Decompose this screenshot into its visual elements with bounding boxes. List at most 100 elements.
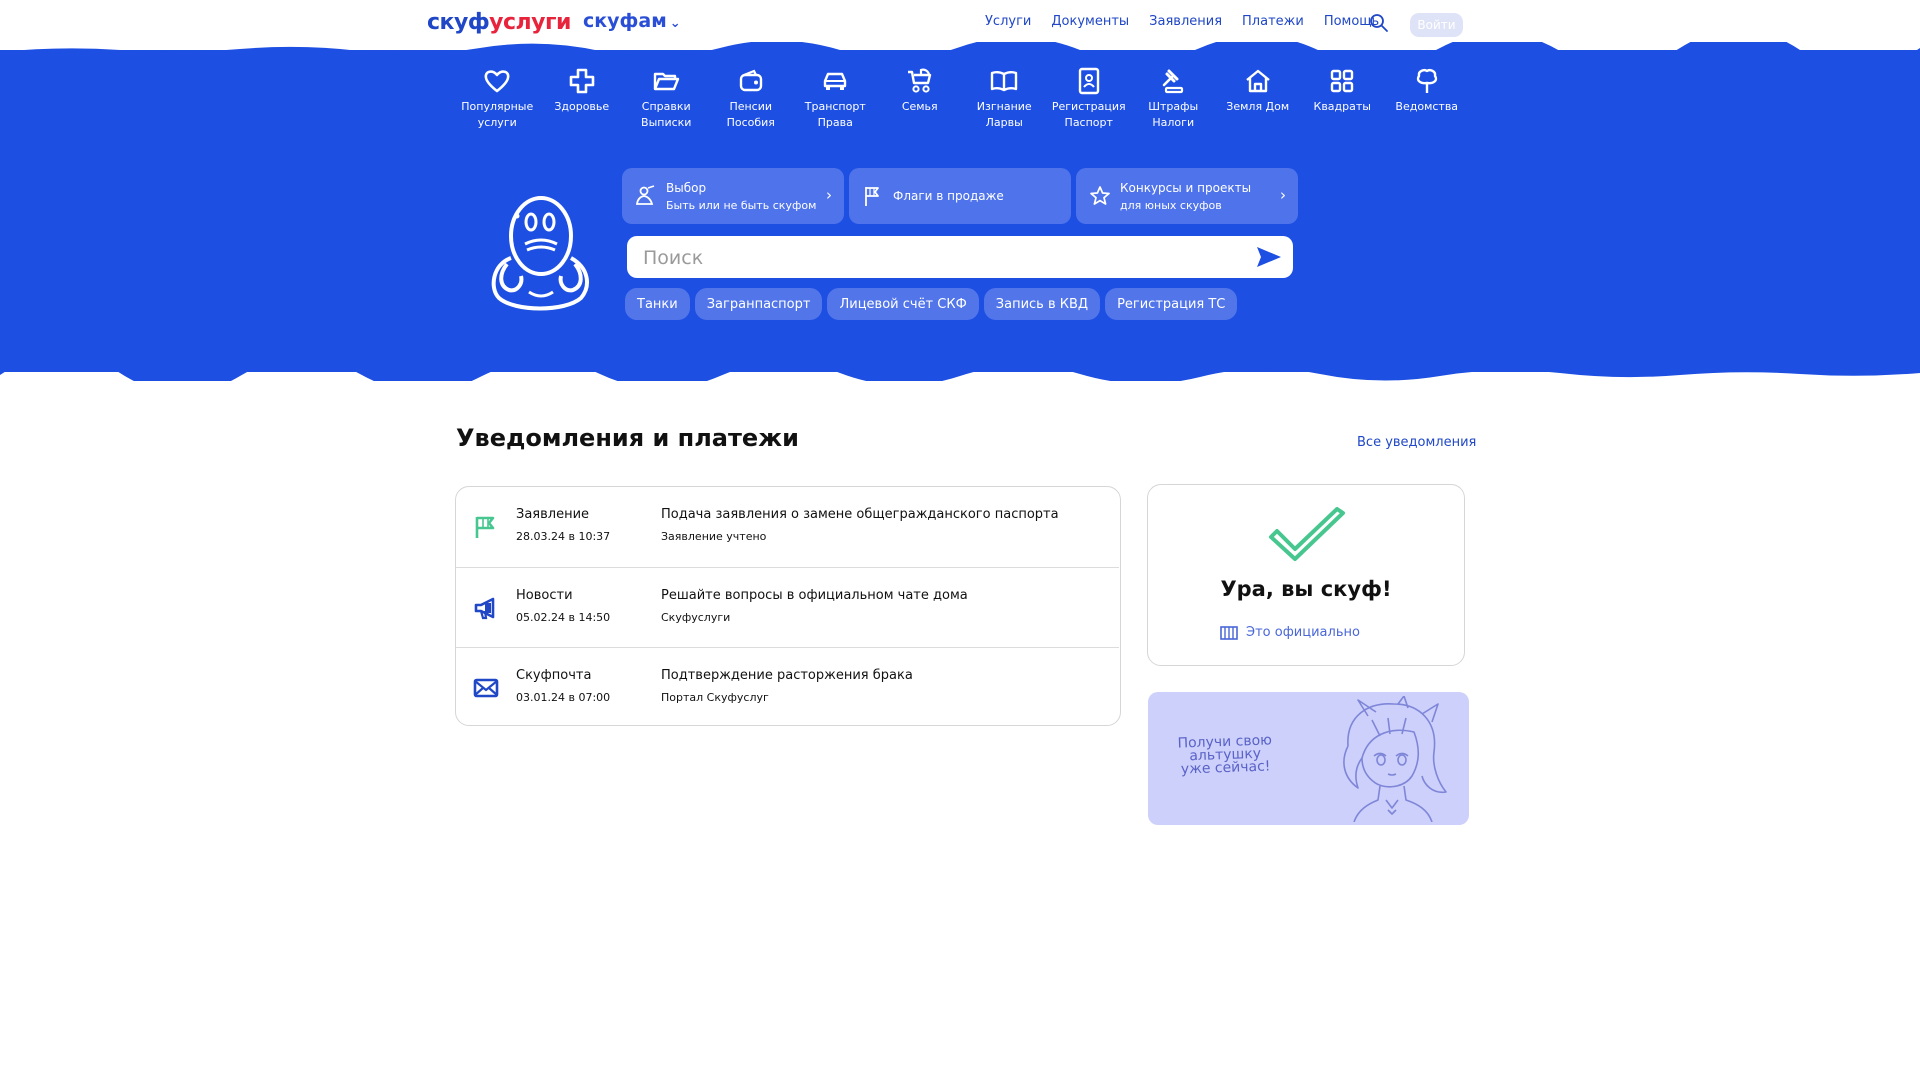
category-label: Регистрация Паспорт — [1051, 100, 1126, 129]
category-land-house[interactable]: Земля Дом — [1216, 66, 1301, 131]
notifications-list: Заявление 28.03.24 в 10:37 Подача заявле… — [455, 486, 1121, 726]
heart-icon — [484, 70, 510, 93]
category-certificates[interactable]: Справки Выписки — [624, 66, 709, 131]
category-family[interactable]: Семья — [878, 66, 963, 131]
quick-card-title: Флаги в продаже — [893, 189, 1004, 203]
anime-girl-illustration — [1343, 696, 1447, 822]
category-transport[interactable]: Транспорт Права — [793, 66, 878, 131]
flag-icon — [475, 516, 495, 538]
family-label: скуфам — [583, 10, 667, 32]
all-notifications-link[interactable]: Все уведомления — [1357, 435, 1476, 450]
document-icon — [1220, 625, 1238, 640]
category-label: Штрафы Налоги — [1148, 100, 1199, 129]
category-squares[interactable]: Квадраты — [1300, 66, 1385, 131]
category-label: Земля Дом — [1226, 100, 1290, 113]
official-link[interactable]: Это официально — [1220, 625, 1360, 640]
search-bar — [627, 236, 1293, 278]
notification-date: 05.02.24 в 14:50 — [516, 611, 611, 624]
car-icon — [824, 72, 847, 90]
mascot-illustration — [491, 196, 589, 311]
nav-applications[interactable]: Заявления — [1149, 14, 1222, 29]
chevron-down-icon: ⌄ — [669, 16, 681, 31]
notification-title: Решайте вопросы в официальном чате дома — [661, 588, 968, 603]
logo-part-1: скуф — [427, 10, 490, 35]
category-registration[interactable]: Регистрация Паспорт — [1047, 66, 1132, 131]
notification-type: Скуфпочта — [516, 668, 592, 683]
building-tree-icon — [1416, 69, 1437, 93]
family-switcher[interactable]: скуфам ⌄ — [583, 10, 681, 32]
category-departments[interactable]: Ведомства — [1385, 66, 1470, 131]
quick-card-contests[interactable]: Конкурсы и проекты для юных скуфов › — [1076, 168, 1298, 224]
promo-text: Получи свою альтушку уже сейчас! — [1177, 732, 1273, 778]
send-arrow-icon[interactable] — [1255, 244, 1283, 270]
category-label: Здоровье — [554, 100, 610, 113]
chevron-right-icon: › — [1280, 186, 1286, 204]
person-icon — [635, 185, 655, 205]
gavel-icon — [1162, 69, 1184, 94]
checkmark-icon — [1269, 507, 1345, 561]
category-label: Транспорт Права — [804, 100, 866, 129]
status-card: Ура, вы скуф! Это официально — [1147, 484, 1465, 666]
nav-documents[interactable]: Документы — [1051, 14, 1129, 29]
wave-decoration-bottom — [0, 365, 1920, 381]
quick-cards: Выбор Быть или не быть скуфом › Флаги в … — [622, 168, 1298, 224]
quick-card-choice[interactable]: Выбор Быть или не быть скуфом › — [622, 168, 844, 224]
notification-date: 03.01.24 в 07:00 — [516, 691, 611, 704]
stroller-icon — [907, 68, 931, 93]
notification-type: Новости — [516, 588, 573, 603]
promo-banner[interactable]: Получи свою альтушку уже сейчас! — [1148, 692, 1469, 825]
flag-icon — [865, 187, 879, 206]
notification-subtitle: Скуфуслуги — [661, 611, 731, 624]
category-label: Ведомства — [1395, 100, 1459, 113]
logo-part-2: услуги — [489, 10, 571, 35]
squares-icon — [1331, 69, 1354, 93]
category-pensions[interactable]: Пенсии Пособия — [709, 66, 794, 131]
wave-decoration-top — [0, 42, 1920, 56]
notification-title: Подтверждение расторжения брака — [661, 668, 913, 683]
notification-type: Заявление — [516, 507, 590, 522]
quick-card-flags[interactable]: Флаги в продаже — [849, 168, 1071, 224]
category-label: Семья — [901, 100, 938, 113]
status-title: Ура, вы скуф! — [1220, 577, 1392, 601]
hero-banner: Популярные услуги Здоровье Справки Выпис… — [0, 42, 1920, 381]
promo-line: уже сейчас! — [1180, 758, 1271, 778]
wallet-icon — [739, 69, 762, 92]
mail-icon — [473, 678, 499, 698]
category-exorcism[interactable]: Изгнание Ларвы — [962, 66, 1047, 131]
suggestion-chip[interactable]: Танки — [625, 288, 690, 320]
category-bar: Популярные услуги Здоровье Справки Выпис… — [455, 66, 1469, 131]
search-input[interactable] — [641, 244, 1245, 272]
quick-card-subtitle: Быть или не быть скуфом — [666, 198, 817, 212]
category-popular[interactable]: Популярные услуги — [455, 66, 540, 131]
section-title: Уведомления и платежи — [456, 424, 799, 452]
search-icon[interactable] — [1369, 13, 1389, 33]
quick-card-subtitle: для юных скуфов — [1120, 198, 1222, 212]
login-button[interactable]: Войти — [1410, 13, 1463, 37]
passport-icon — [1078, 67, 1099, 95]
notification-row[interactable]: Скуфпочта 03.01.24 в 07:00 Подтверждение… — [456, 647, 1119, 728]
top-nav: Услуги Документы Заявления Платежи Помощ… — [985, 14, 1379, 29]
book-icon — [991, 71, 1018, 92]
quick-card-title: Выбор — [666, 180, 707, 195]
star-icon — [1090, 186, 1110, 205]
notification-subtitle: Заявление учтено — [661, 530, 767, 543]
suggestion-chip[interactable]: Регистрация ТС — [1105, 288, 1238, 320]
site-logo[interactable]: скуфуслуги — [427, 10, 571, 35]
notification-row[interactable]: Новости 05.02.24 в 14:50 Решайте вопросы… — [456, 567, 1119, 648]
suggestion-chip[interactable]: Загранпаспорт — [694, 288, 823, 320]
notification-subtitle: Портал Скуфуслуг — [661, 691, 769, 704]
notification-title: Подача заявления о замене общегражданско… — [661, 507, 1059, 522]
category-health[interactable]: Здоровье — [540, 66, 625, 131]
nav-payments[interactable]: Платежи — [1242, 14, 1304, 29]
suggestion-chip[interactable]: Запись в КВД — [983, 288, 1101, 320]
category-label: Пенсии Пособия — [726, 100, 775, 129]
notification-row[interactable]: Заявление 28.03.24 в 10:37 Подача заявле… — [456, 487, 1119, 567]
notification-date: 28.03.24 в 10:37 — [516, 530, 611, 543]
chevron-right-icon: › — [826, 186, 832, 204]
category-label: Изгнание Ларвы — [976, 100, 1032, 129]
category-fines[interactable]: Штрафы Налоги — [1131, 66, 1216, 131]
suggestion-chip[interactable]: Лицевой счёт СКФ — [827, 288, 979, 320]
category-label: Квадраты — [1313, 100, 1371, 113]
megaphone-icon — [474, 597, 495, 620]
nav-services[interactable]: Услуги — [985, 14, 1031, 29]
